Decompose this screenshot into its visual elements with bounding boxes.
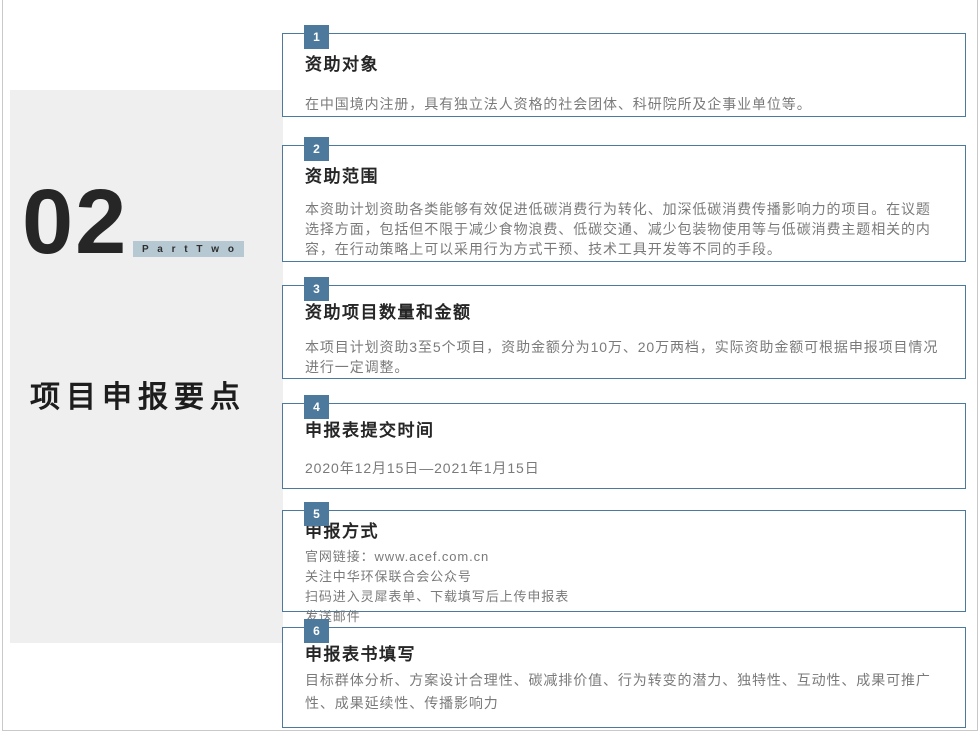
section-title: 资助对象 <box>305 34 943 75</box>
section-card-form-filling: 6 申报表书填写 目标群体分析、方案设计合理性、碳减排价值、行为转变的潜力、独特… <box>282 627 966 728</box>
section-body-lines: 官网链接：www.acef.com.cn 关注中华环保联合会公众号 扫码进入灵犀… <box>305 547 943 627</box>
section-body: 本资助计划资助各类能够有效促进低碳消费行为转化、加深低碳消费传播影响力的项目。在… <box>305 199 943 259</box>
part-number: 02 <box>22 176 128 268</box>
section-card-application-method: 5 申报方式 官网链接：www.acef.com.cn 关注中华环保联合会公众号… <box>282 510 966 612</box>
section-number-badge: 1 <box>304 25 329 49</box>
part-label-badge: P a r t T w o <box>133 241 244 257</box>
section-title: 申报表提交时间 <box>305 404 943 441</box>
section-body: 2020年12月15日—2021年1月15日 <box>305 458 943 478</box>
page-border-left <box>2 0 3 731</box>
method-line-form: 扫码进入灵犀表单、下载填写后上传申报表 <box>305 587 943 607</box>
section-body: 目标群体分析、方案设计合理性、碳减排价值、行为转变的潜力、独特性、互动性、成果可… <box>305 669 943 715</box>
section-number-badge: 3 <box>304 277 329 301</box>
section-card-submission-time: 4 申报表提交时间 2020年12月15日—2021年1月15日 <box>282 403 966 489</box>
section-body: 本项目计划资助3至5个项目，资助金额分为10万、20万两档，实际资助金额可根据申… <box>305 337 943 377</box>
section-card-project-count-amount: 3 资助项目数量和金额 本项目计划资助3至5个项目，资助金额分为10万、20万两… <box>282 285 966 379</box>
section-number-badge: 5 <box>304 502 329 526</box>
method-line-email: 发送邮件 <box>305 607 943 627</box>
section-title: 申报表书填写 <box>305 628 943 665</box>
section-number-badge: 2 <box>304 137 329 161</box>
method-line-wechat: 关注中华环保联合会公众号 <box>305 567 943 587</box>
slide-title: 项目申报要点 <box>30 372 246 416</box>
page-border-right <box>977 0 978 731</box>
section-title: 申报方式 <box>305 511 943 542</box>
page-border-bottom <box>2 730 978 731</box>
section-body: 在中国境内注册，具有独立法人资格的社会团体、科研院所及企事业单位等。 <box>305 94 943 114</box>
section-number-badge: 4 <box>304 395 329 419</box>
section-card-funding-target: 1 资助对象 在中国境内注册，具有独立法人资格的社会团体、科研院所及企事业单位等… <box>282 33 966 117</box>
section-number-badge: 6 <box>304 619 329 643</box>
section-title: 资助项目数量和金额 <box>305 286 943 323</box>
method-line-website: 官网链接：www.acef.com.cn <box>305 547 943 567</box>
section-title: 资助范围 <box>305 146 943 187</box>
section-card-funding-scope: 2 资助范围 本资助计划资助各类能够有效促进低碳消费行为转化、加深低碳消费传播影… <box>282 145 966 262</box>
